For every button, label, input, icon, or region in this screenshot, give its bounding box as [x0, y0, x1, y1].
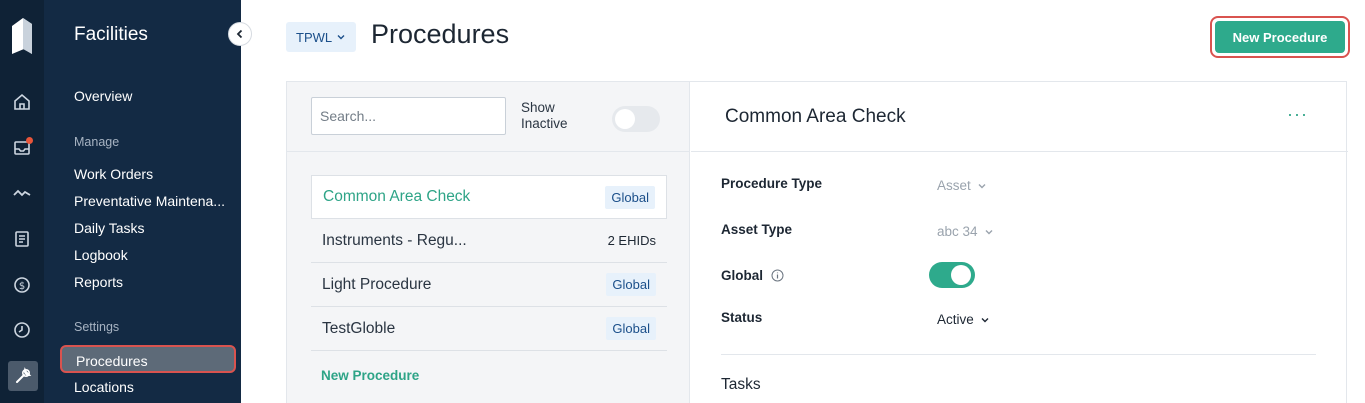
notification-dot — [26, 137, 33, 144]
detail-header: Common Area Check ··· — [691, 82, 1348, 152]
svg-text:$: $ — [19, 281, 25, 292]
tenant-label: TPWL — [296, 29, 333, 45]
sidebar-item-logbook[interactable]: Logbook — [74, 247, 128, 263]
clock-icon[interactable] — [10, 318, 34, 342]
show-inactive-label: Show Inactive — [521, 100, 568, 131]
sidebar-item-locations[interactable]: Locations — [74, 379, 134, 395]
global-badge: Global — [606, 317, 656, 340]
status-select[interactable]: Active — [937, 312, 990, 327]
dollar-icon[interactable]: $ — [10, 273, 34, 297]
show-inactive-toggle[interactable] — [612, 106, 660, 132]
app-logo — [12, 18, 32, 54]
procedures-panel: Show Inactive Common Area Check Global I… — [286, 81, 1348, 403]
search-input[interactable] — [311, 97, 506, 135]
ehids-count: 2 EHIDs — [607, 233, 656, 248]
inbox-icon[interactable] — [10, 136, 34, 160]
sidebar-section-manage: Manage — [74, 135, 120, 149]
page-title: Procedures — [371, 19, 510, 49]
list-item[interactable]: Instruments - Regu... 2 EHIDs — [311, 219, 667, 263]
collapse-sidebar-button[interactable] — [228, 22, 252, 46]
sidebar-section-settings: Settings — [74, 320, 120, 334]
wrench-icon[interactable] — [8, 361, 38, 391]
list-item[interactable]: Common Area Check Global — [311, 175, 667, 219]
procedure-type-select[interactable]: Asset — [937, 178, 987, 193]
procedure-name: Common Area Check — [323, 188, 471, 205]
list-item[interactable]: TestGloble Global — [311, 307, 667, 351]
global-label: Global — [721, 268, 764, 283]
chevron-down-icon — [978, 183, 986, 188]
tenant-selector[interactable]: TPWL — [286, 22, 357, 52]
chevron-down-icon — [985, 229, 993, 234]
chevron-down-icon — [981, 317, 989, 322]
procedure-type-label: Procedure Type — [721, 176, 823, 191]
global-badge: Global — [606, 273, 656, 296]
list-item[interactable]: Light Procedure Global — [311, 263, 667, 307]
tasks-heading: Tasks — [721, 376, 761, 393]
procedure-name: TestGloble — [322, 319, 396, 337]
procedure-list-pane: Show Inactive Common Area Check Global I… — [287, 82, 690, 403]
status-value: Active — [937, 312, 974, 327]
new-procedure-button[interactable]: New Procedure — [1215, 21, 1345, 53]
new-procedure-button-highlight: New Procedure — [1210, 16, 1350, 58]
document-icon[interactable] — [10, 227, 34, 251]
detail-title: Common Area Check — [725, 106, 906, 127]
procedure-list: Common Area Check Global Instruments - R… — [311, 175, 667, 351]
global-field: Global — [721, 268, 784, 283]
icon-rail: $ — [0, 0, 44, 403]
status-label: Status — [721, 310, 763, 325]
more-options-icon[interactable]: ··· — [1287, 104, 1308, 125]
sidebar-item-reports[interactable]: Reports — [74, 274, 123, 290]
asset-type-select[interactable]: abc 34 — [937, 224, 994, 239]
sidebar-item-daily-tasks[interactable]: Daily Tasks — [74, 220, 145, 236]
new-procedure-link[interactable]: New Procedure — [321, 368, 419, 383]
sidebar-item-preventative-maintenance[interactable]: Preventative Maintena... — [74, 193, 225, 209]
sidebar-title: Facilities — [74, 24, 148, 45]
toggle-knob — [615, 109, 635, 129]
procedure-name: Light Procedure — [322, 275, 432, 293]
info-icon[interactable] — [771, 269, 784, 282]
home-icon[interactable] — [10, 90, 34, 114]
activity-icon[interactable] — [10, 181, 34, 205]
sidebar-item-procedures[interactable]: Procedures — [60, 345, 236, 373]
list-toolbar: Show Inactive — [287, 82, 690, 152]
sidebar-item-work-orders[interactable]: Work Orders — [74, 166, 153, 182]
toggle-knob — [951, 265, 971, 285]
chevron-down-icon — [337, 35, 345, 40]
asset-type-value: abc 34 — [937, 224, 978, 239]
global-badge: Global — [605, 185, 655, 209]
procedure-type-value: Asset — [937, 178, 971, 193]
sidebar: Facilities Overview Manage Work Orders P… — [44, 0, 241, 403]
global-toggle[interactable] — [929, 262, 975, 288]
asset-type-label: Asset Type — [721, 222, 793, 237]
sidebar-item-overview[interactable]: Overview — [74, 88, 132, 104]
divider — [721, 354, 1316, 355]
chevron-left-icon — [236, 29, 243, 39]
procedure-name: Instruments - Regu... — [322, 231, 467, 249]
